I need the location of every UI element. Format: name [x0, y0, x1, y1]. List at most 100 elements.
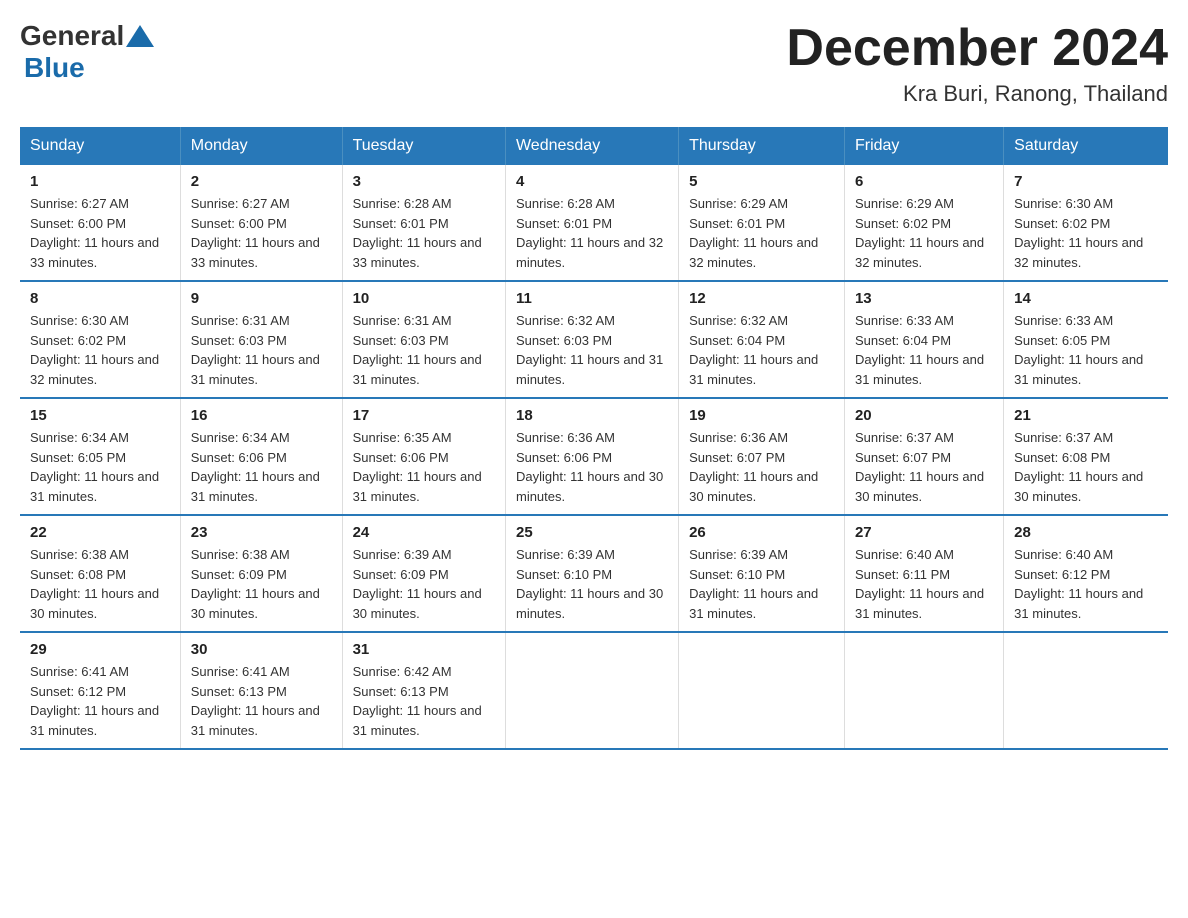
calendar-cell: 13Sunrise: 6:33 AMSunset: 6:04 PMDayligh… [844, 281, 1003, 398]
day-number: 17 [353, 407, 495, 424]
day-info: Sunrise: 6:30 AMSunset: 6:02 PMDaylight:… [1014, 194, 1158, 272]
day-number: 23 [191, 524, 332, 541]
day-number: 1 [30, 173, 170, 190]
header-cell-friday: Friday [844, 127, 1003, 165]
day-number: 4 [516, 173, 668, 190]
day-info: Sunrise: 6:42 AMSunset: 6:13 PMDaylight:… [353, 662, 495, 740]
calendar-cell: 10 Sunrise: 6:31 AMSunset: 6:03 PMDayligh… [342, 281, 505, 398]
week-row: 8Sunrise: 6:30 AMSunset: 6:02 PMDaylight… [20, 281, 1168, 398]
day-info: Sunrise: 6:32 AMSunset: 6:03 PMDaylight:… [516, 311, 668, 389]
day-number: 6 [855, 173, 993, 190]
day-number: 2 [191, 173, 332, 190]
calendar-cell: 11 Sunrise: 6:32 AMSunset: 6:03 PMDayligh… [505, 281, 678, 398]
day-number: 21 [1014, 407, 1158, 424]
day-info: Sunrise: 6:31 AMSunset: 6:03 PMDaylight:… [353, 311, 495, 389]
header-cell-wednesday: Wednesday [505, 127, 678, 165]
day-number: 19 [689, 407, 834, 424]
day-number: 10 [353, 290, 495, 307]
calendar-cell: 3 Sunrise: 6:28 AMSunset: 6:01 PMDaylight… [342, 165, 505, 281]
day-info: Sunrise: 6:29 AMSunset: 6:01 PMDaylight:… [689, 194, 834, 272]
calendar-cell: 20 Sunrise: 6:37 AMSunset: 6:07 PMDayligh… [844, 398, 1003, 515]
calendar-cell: 28Sunrise: 6:40 AMSunset: 6:12 PMDayligh… [1004, 515, 1168, 632]
calendar-cell: 17Sunrise: 6:35 AMSunset: 6:06 PMDayligh… [342, 398, 505, 515]
day-info: Sunrise: 6:34 AMSunset: 6:06 PMDaylight:… [191, 428, 332, 506]
calendar-cell: 24 Sunrise: 6:39 AMSunset: 6:09 PMDayligh… [342, 515, 505, 632]
day-info: Sunrise: 6:36 AMSunset: 6:06 PMDaylight:… [516, 428, 668, 506]
day-number: 18 [516, 407, 668, 424]
day-info: Sunrise: 6:38 AMSunset: 6:08 PMDaylight:… [30, 545, 170, 623]
week-row: 29Sunrise: 6:41 AMSunset: 6:12 PMDayligh… [20, 632, 1168, 749]
day-info: Sunrise: 6:39 AMSunset: 6:09 PMDaylight:… [353, 545, 495, 623]
week-row: 15 Sunrise: 6:34 AMSunset: 6:05 PMDayligh… [20, 398, 1168, 515]
day-info: Sunrise: 6:40 AMSunset: 6:11 PMDaylight:… [855, 545, 993, 623]
day-number: 15 [30, 407, 170, 424]
day-number: 20 [855, 407, 993, 424]
calendar-cell [679, 632, 845, 749]
calendar-cell: 12Sunrise: 6:32 AMSunset: 6:04 PMDayligh… [679, 281, 845, 398]
day-info: Sunrise: 6:37 AMSunset: 6:08 PMDaylight:… [1014, 428, 1158, 506]
day-info: Sunrise: 6:27 AMSunset: 6:00 PMDaylight:… [30, 194, 170, 272]
day-info: Sunrise: 6:41 AMSunset: 6:13 PMDaylight:… [191, 662, 332, 740]
day-number: 28 [1014, 524, 1158, 541]
calendar-cell: 4Sunrise: 6:28 AMSunset: 6:01 PMDaylight… [505, 165, 678, 281]
header-cell-tuesday: Tuesday [342, 127, 505, 165]
day-number: 31 [353, 641, 495, 658]
header-cell-saturday: Saturday [1004, 127, 1168, 165]
day-info: Sunrise: 6:37 AMSunset: 6:07 PMDaylight:… [855, 428, 993, 506]
week-row: 22Sunrise: 6:38 AMSunset: 6:08 PMDayligh… [20, 515, 1168, 632]
header-cell-sunday: Sunday [20, 127, 180, 165]
calendar-cell: 1 Sunrise: 6:27 AMSunset: 6:00 PMDaylight… [20, 165, 180, 281]
calendar-cell: 23 Sunrise: 6:38 AMSunset: 6:09 PMDayligh… [180, 515, 342, 632]
calendar-cell: 15 Sunrise: 6:34 AMSunset: 6:05 PMDayligh… [20, 398, 180, 515]
calendar-cell: 25 Sunrise: 6:39 AMSunset: 6:10 PMDayligh… [505, 515, 678, 632]
day-info: Sunrise: 6:38 AMSunset: 6:09 PMDaylight:… [191, 545, 332, 623]
day-number: 3 [353, 173, 495, 190]
day-info: Sunrise: 6:30 AMSunset: 6:02 PMDaylight:… [30, 311, 170, 389]
day-number: 29 [30, 641, 170, 658]
header-cell-monday: Monday [180, 127, 342, 165]
calendar-cell: 21 Sunrise: 6:37 AMSunset: 6:08 PMDayligh… [1004, 398, 1168, 515]
calendar-body: 1 Sunrise: 6:27 AMSunset: 6:00 PMDaylight… [20, 165, 1168, 749]
day-info: Sunrise: 6:28 AMSunset: 6:01 PMDaylight:… [353, 194, 495, 272]
day-info: Sunrise: 6:27 AMSunset: 6:00 PMDaylight:… [191, 194, 332, 272]
header-row: SundayMondayTuesdayWednesdayThursdayFrid… [20, 127, 1168, 165]
day-number: 24 [353, 524, 495, 541]
calendar-cell: 16 Sunrise: 6:34 AMSunset: 6:06 PMDayligh… [180, 398, 342, 515]
page-header: General Blue December 2024 Kra Buri, Ran… [20, 20, 1168, 107]
day-number: 26 [689, 524, 834, 541]
day-info: Sunrise: 6:29 AMSunset: 6:02 PMDaylight:… [855, 194, 993, 272]
day-number: 30 [191, 641, 332, 658]
day-number: 12 [689, 290, 834, 307]
calendar-cell: 6 Sunrise: 6:29 AMSunset: 6:02 PMDaylight… [844, 165, 1003, 281]
logo: General Blue [20, 20, 156, 84]
calendar-cell: 29Sunrise: 6:41 AMSunset: 6:12 PMDayligh… [20, 632, 180, 749]
day-info: Sunrise: 6:39 AMSunset: 6:10 PMDaylight:… [516, 545, 668, 623]
day-info: Sunrise: 6:31 AMSunset: 6:03 PMDaylight:… [191, 311, 332, 389]
calendar-cell [505, 632, 678, 749]
calendar-cell: 27 Sunrise: 6:40 AMSunset: 6:11 PMDayligh… [844, 515, 1003, 632]
logo-triangle-icon [126, 25, 154, 47]
day-number: 9 [191, 290, 332, 307]
calendar-cell: 2 Sunrise: 6:27 AMSunset: 6:00 PMDaylight… [180, 165, 342, 281]
calendar-cell: 30 Sunrise: 6:41 AMSunset: 6:13 PMDayligh… [180, 632, 342, 749]
day-number: 25 [516, 524, 668, 541]
logo-general-text: General [20, 20, 124, 52]
day-number: 27 [855, 524, 993, 541]
calendar-subtitle: Kra Buri, Ranong, Thailand [786, 81, 1168, 107]
calendar-cell: 26Sunrise: 6:39 AMSunset: 6:10 PMDayligh… [679, 515, 845, 632]
calendar-cell: 19Sunrise: 6:36 AMSunset: 6:07 PMDayligh… [679, 398, 845, 515]
day-info: Sunrise: 6:34 AMSunset: 6:05 PMDaylight:… [30, 428, 170, 506]
calendar-title: December 2024 [786, 20, 1168, 77]
header-cell-thursday: Thursday [679, 127, 845, 165]
calendar-cell: 22Sunrise: 6:38 AMSunset: 6:08 PMDayligh… [20, 515, 180, 632]
calendar-table: SundayMondayTuesdayWednesdayThursdayFrid… [20, 127, 1168, 750]
calendar-cell [844, 632, 1003, 749]
day-number: 5 [689, 173, 834, 190]
day-number: 11 [516, 290, 668, 307]
day-number: 16 [191, 407, 332, 424]
day-number: 13 [855, 290, 993, 307]
calendar-cell: 7Sunrise: 6:30 AMSunset: 6:02 PMDaylight… [1004, 165, 1168, 281]
calendar-cell: 14Sunrise: 6:33 AMSunset: 6:05 PMDayligh… [1004, 281, 1168, 398]
title-section: December 2024 Kra Buri, Ranong, Thailand [786, 20, 1168, 107]
calendar-cell [1004, 632, 1168, 749]
